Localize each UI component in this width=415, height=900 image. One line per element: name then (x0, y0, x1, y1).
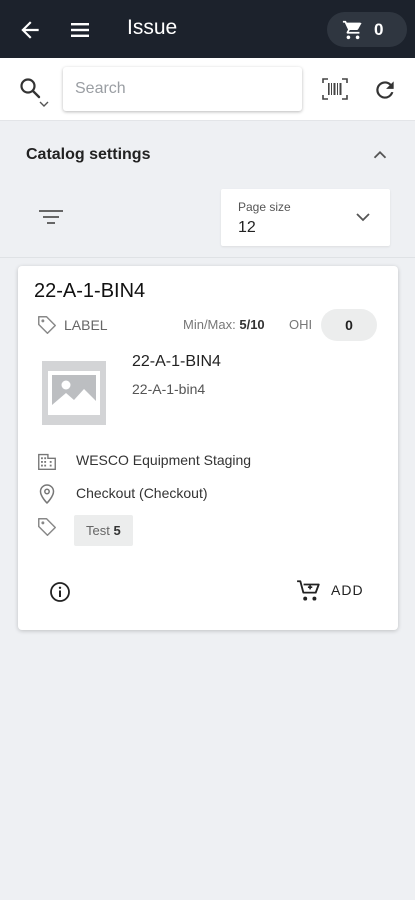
search-input[interactable] (63, 67, 302, 111)
catalog-settings-title[interactable]: Catalog settings (26, 146, 150, 164)
ohi-label: OHI (289, 317, 313, 332)
cart-button[interactable]: 0 (327, 12, 407, 47)
page-size-value: 12 (238, 219, 256, 236)
chevron-down-icon (356, 213, 370, 222)
search-icon[interactable] (18, 76, 42, 100)
ohi-value: 0 (321, 309, 377, 341)
product-code: 22-A-1-bin4 (132, 381, 206, 397)
search-bar (0, 58, 415, 121)
product-name: 22-A-1-BIN4 (132, 353, 221, 370)
item-card[interactable]: 22-A-1-BIN4 LABEL Min/Max: 5/10 OHI 0 22… (18, 266, 398, 630)
min-max-label: Min/Max: (183, 317, 236, 332)
min-max-value: 5/10 (239, 317, 265, 332)
refresh-icon[interactable] (372, 77, 398, 103)
back-arrow-icon[interactable] (17, 17, 43, 43)
chevron-up-icon[interactable] (369, 144, 391, 166)
building-icon (38, 453, 56, 470)
tag-chip[interactable]: Test 5 (74, 515, 133, 546)
add-button-label: ADD (331, 582, 364, 598)
menu-icon[interactable] (68, 18, 92, 42)
info-icon[interactable] (48, 580, 72, 604)
product-image (42, 361, 106, 425)
location-name: WESCO Equipment Staging (76, 452, 252, 468)
min-max: Min/Max: 5/10 (183, 317, 265, 332)
chevron-down-icon[interactable] (38, 99, 50, 109)
cart-count: 0 (374, 20, 384, 39)
tag-name: Test (86, 523, 110, 538)
filter-icon[interactable] (38, 206, 64, 228)
tag-icon (38, 316, 56, 334)
image-placeholder-icon (48, 371, 100, 415)
page-title: Issue (127, 16, 178, 39)
catalog-settings-panel: Catalog settings Page size 12 (0, 122, 415, 258)
page-size-label: Page size (238, 200, 291, 214)
label-button[interactable]: LABEL (64, 317, 108, 333)
app-bar: Issue 0 (0, 0, 415, 58)
checkout-location: Checkout (Checkout) (76, 485, 208, 501)
tag-count: 5 (113, 523, 121, 538)
item-title: 22-A-1-BIN4 (34, 280, 146, 302)
barcode-icon[interactable] (322, 78, 348, 100)
divider (0, 257, 415, 258)
location-pin-icon (39, 484, 55, 505)
add-to-cart-button[interactable]: ADD (294, 573, 386, 609)
page-size-select[interactable]: Page size 12 (221, 189, 390, 246)
tag-icon (38, 518, 56, 536)
add-cart-icon (297, 580, 320, 601)
cart-icon (342, 20, 362, 40)
